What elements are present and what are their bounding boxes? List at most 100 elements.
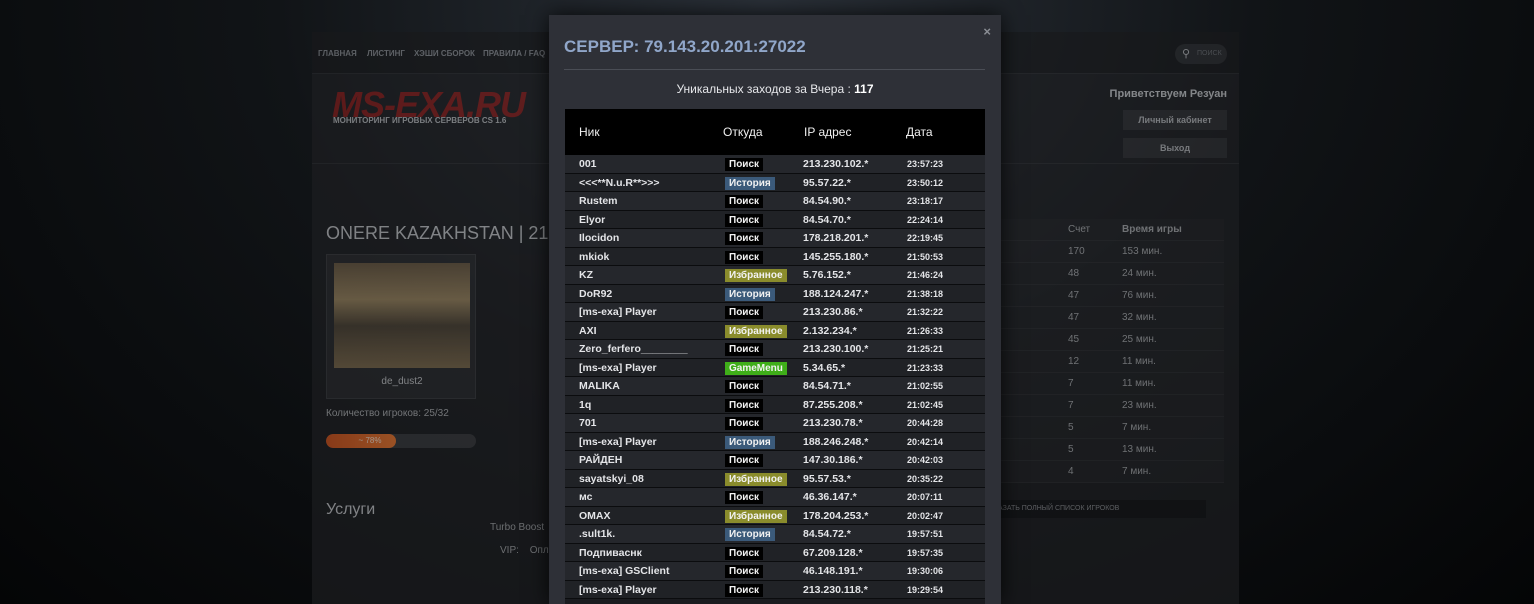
row-nick: 1q: [579, 398, 592, 411]
source-badge: Поиск: [725, 491, 764, 504]
table-row: MALIKA Поиск 84.54.71.* 21:02:55: [565, 377, 985, 396]
scoreboard-row: 170 153 мин.: [992, 241, 1224, 263]
nav-listing[interactable]: ЛИСТИНГ: [367, 49, 405, 58]
players-value: 25/32: [423, 408, 449, 419]
table-row: [ms-exa] GSClient Поиск 46.148.191.* 19:30:…: [565, 562, 985, 581]
row-nick: Elyor: [579, 213, 606, 226]
row-ip: 188.124.247.*: [803, 287, 869, 300]
scoreboard-row: 7 11 мин.: [992, 373, 1224, 395]
source-badge: Поиск: [725, 417, 764, 430]
table-row: AXI Избранное 2.132.234.* 21:26:33: [565, 321, 985, 340]
server-title: ONERE KAZAKHSTAN | 21: [326, 223, 549, 243]
nav-home[interactable]: ГЛАВНАЯ: [318, 49, 357, 58]
visits-table: Ник Откуда IP адрес Дата 001 Поиск 213.230…: [565, 109, 985, 604]
source-badge: Поиск: [725, 213, 764, 227]
row-time: 21:32:22: [907, 307, 944, 317]
nav-rules[interactable]: ПРАВИЛА / FAQ: [483, 49, 545, 58]
turbo-boost-label: Turbo Boost: [490, 522, 545, 533]
table-row: Elyor Поиск 84.54.70.* 22:24:14: [565, 210, 985, 229]
row-score: 5: [1068, 422, 1074, 433]
source-badge: История: [725, 287, 775, 301]
row-nick: OMAX: [579, 509, 611, 522]
source-badge: Поиск: [725, 398, 764, 412]
table-row: Подпиваснк Поиск 67.209.128.* 19:57:35: [565, 543, 985, 562]
table-row: 001 Поиск 213.230.102.* 23:57:23: [565, 155, 985, 174]
row-time: 7 мин.: [1122, 466, 1152, 477]
search-box[interactable]: ⚲ ПОИСК: [1175, 44, 1227, 64]
source-badge: Поиск: [725, 380, 764, 393]
row-time: 23:50:12: [907, 177, 944, 188]
col-nick[interactable]: Ник: [579, 125, 600, 139]
row-ip: 95.57.22.*: [803, 176, 851, 189]
source-badge: Избранное: [725, 509, 787, 523]
table-row: [ms-exa] Player История 188.246.248.* 20:42…: [565, 432, 985, 451]
row-time: 13 мин.: [1122, 444, 1157, 455]
table-row: OMAX Избранное 178.204.253.* 20:02:47: [565, 506, 985, 525]
table-row: РАЙДЕН Поиск 147.30.186.* 20:42:03: [565, 451, 985, 470]
source-badge: Поиск: [725, 195, 764, 208]
row-nick: [ms-exa] Player: [579, 435, 657, 448]
row-time: 21:26:33: [907, 325, 944, 336]
row-time: 21:23:33: [907, 362, 944, 373]
row-time: 21:25:21: [907, 344, 944, 354]
col-date[interactable]: Дата: [906, 125, 933, 139]
row-time: 19:29:54: [907, 584, 944, 595]
row-nick: <<<**N.u.R**>>>: [579, 176, 660, 189]
row-nick: sayatskyi_08: [579, 472, 644, 485]
row-time: 20:44:28: [907, 418, 944, 428]
row-time: 7 мин.: [1122, 422, 1152, 433]
row-time: 153 мин.: [1122, 246, 1163, 257]
scoreboard-row: 48 24 мин.: [992, 263, 1224, 285]
row-nick: [ms-exa] Player: [579, 583, 657, 596]
modal-divider: [564, 69, 985, 70]
table-row: <<<**N.u.R**>>> История 95.57.22.* 23:50:12: [565, 173, 985, 192]
row-score: 170: [1068, 246, 1085, 257]
row-ip: 67.209.128.*: [803, 546, 863, 559]
row-ip: 147.30.186.*: [803, 454, 863, 466]
row-nick: [ms-exa] Player: [579, 306, 657, 318]
row-ip: 188.246.248.*: [803, 435, 869, 448]
col-source[interactable]: Откуда: [723, 125, 763, 139]
row-score: 12: [1068, 356, 1080, 367]
scoreboard-row: 47 76 мин.: [992, 285, 1224, 307]
row-ip: 84.54.70.*: [803, 213, 851, 226]
players-label: Количество игроков:: [326, 408, 421, 419]
table-row: Ilocidon Поиск 178.218.201.* 22:19:45: [565, 229, 985, 248]
header-score: Счет: [1068, 224, 1091, 235]
source-badge: Избранное: [725, 324, 787, 338]
row-time: 23 мин.: [1122, 400, 1157, 411]
row-time: 23:18:17: [907, 196, 944, 206]
logout-button[interactable]: Выход: [1123, 138, 1227, 158]
search-placeholder: ПОИСК: [1197, 50, 1222, 57]
map-image: [334, 263, 470, 368]
unique-label: Уникальных заходов за Вчера :: [676, 82, 851, 96]
row-time: 20:07:11: [907, 492, 943, 502]
row-score: 7: [1068, 400, 1074, 411]
row-time: 24 мин.: [1122, 268, 1157, 279]
nav-hashes[interactable]: ХЭШИ СБОРОК: [414, 49, 475, 58]
row-ip: 213.230.118.*: [803, 583, 868, 596]
row-nick: Ilocidon: [579, 232, 620, 244]
row-nick: [ms-exa] Player: [579, 361, 657, 374]
cabinet-button[interactable]: Личный кабинет: [1123, 110, 1227, 130]
map-card: de_dust2: [326, 254, 476, 399]
row-nick: .sult1k.: [579, 528, 616, 540]
table-row: KZ Избранное 5.76.152.* 21:46:24: [565, 266, 985, 285]
row-nick: Rustem: [579, 195, 618, 207]
vip-row: VIP: Опла: [500, 545, 554, 556]
col-ip[interactable]: IP адрес: [804, 125, 851, 139]
players-progress-bar: ~ 78%: [326, 434, 476, 448]
source-badge: Поиск: [725, 158, 764, 171]
row-nick: РАЙДЕН: [579, 454, 623, 466]
row-time: 19:30:06: [907, 566, 944, 576]
table-row: sayatskyi_08 Избранное 95.57.53.* 20:35:22: [565, 469, 985, 488]
row-time: 23:57:23: [907, 159, 944, 169]
table-header: Ник Откуда IP адрес Дата: [565, 109, 985, 155]
row-ip: 213.230.102.*: [803, 158, 869, 170]
table-row: mkiok Поиск 145.255.180.* 21:50:53: [565, 247, 985, 266]
scoreboard-header: Счет Время игры: [992, 219, 1224, 241]
close-icon[interactable]: ×: [983, 24, 991, 39]
table-row: 701 Поиск 213.230.78.* 20:44:28: [565, 414, 985, 433]
full-player-list-button[interactable]: азать полный список игроков: [990, 500, 1206, 518]
row-time: 19:57:35: [907, 547, 944, 558]
